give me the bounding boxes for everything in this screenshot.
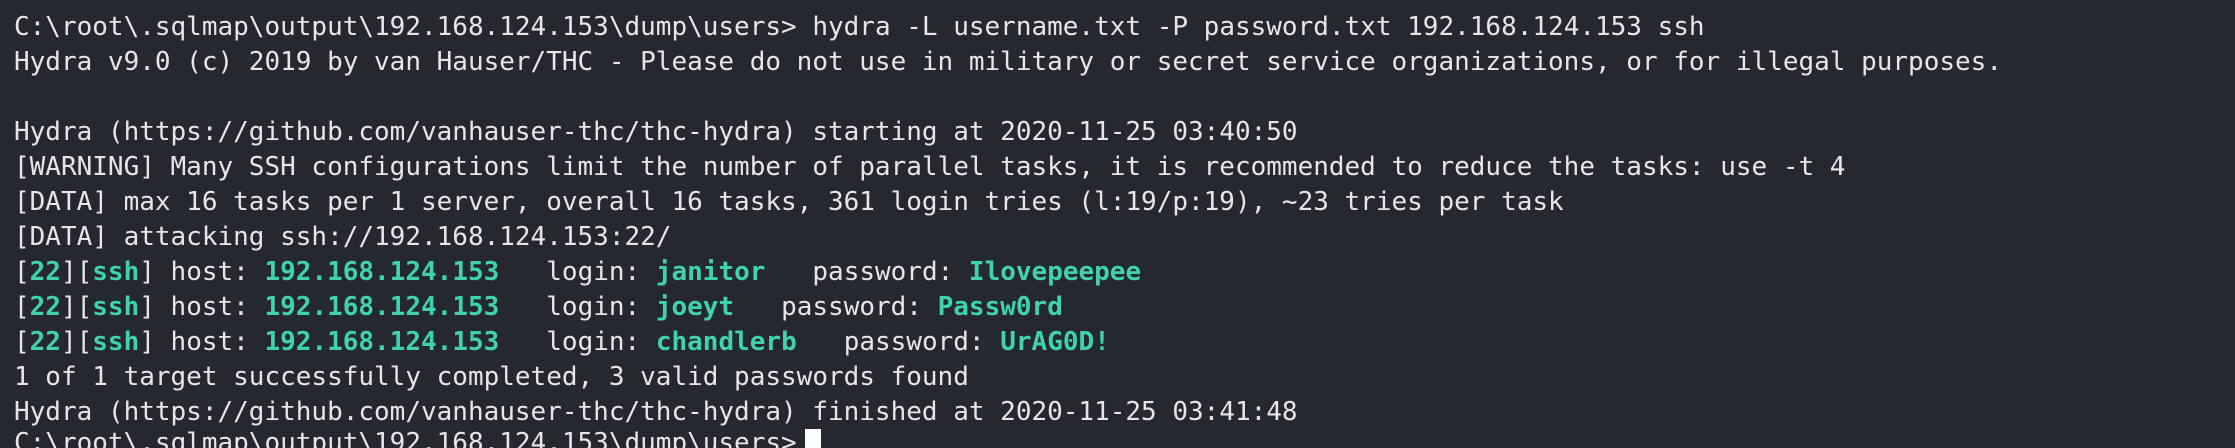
result-password: Ilovepeepee: [968, 257, 1142, 287]
finish-line: Hydra (https://github.com/vanhauser-thc/…: [14, 397, 1298, 427]
data-line-tasks: [DATA] max 16 tasks per 1 server, overal…: [14, 187, 1564, 217]
warning-line: [WARNING] Many SSH configurations limit …: [14, 152, 1846, 182]
result-password: Passw0rd: [937, 292, 1063, 322]
command-text: hydra -L username.txt -P password.txt 19…: [812, 12, 1705, 42]
data-line-attacking: [DATA] attacking ssh://192.168.124.153:2…: [14, 222, 672, 252]
result-line: [22][ssh] host: 192.168.124.153 login: j…: [14, 257, 1142, 287]
result-port: 22: [29, 292, 61, 322]
result-line: [22][ssh] host: 192.168.124.153 login: c…: [14, 327, 1110, 357]
result-host: 192.168.124.153: [264, 292, 500, 322]
result-login: joeyt: [655, 292, 735, 322]
result-service: ssh: [92, 292, 140, 322]
start-line: Hydra (https://github.com/vanhauser-thc/…: [14, 117, 1298, 147]
text-cursor: [804, 428, 821, 448]
terminal-window[interactable]: C:\root\.sqlmap\output\192.168.124.153\d…: [0, 0, 2235, 448]
hydra-banner: Hydra v9.0 (c) 2019 by van Hauser/THC - …: [14, 47, 2002, 77]
result-login: janitor: [655, 257, 766, 287]
prompt-text: C:\root\.sqlmap\output\192.168.124.153\d…: [14, 428, 797, 448]
result-login: chandlerb: [655, 327, 797, 357]
result-port: 22: [29, 257, 61, 287]
result-host: 192.168.124.153: [264, 327, 500, 357]
result-port: 22: [29, 327, 61, 357]
result-password: UrAG0D!: [1000, 327, 1110, 357]
prompt-text: C:\root\.sqlmap\output\192.168.124.153\d…: [14, 12, 797, 42]
command-line: C:\root\.sqlmap\output\192.168.124.153\d…: [14, 10, 2235, 45]
result-line: [22][ssh] host: 192.168.124.153 login: j…: [14, 292, 1063, 322]
result-host: 192.168.124.153: [264, 257, 500, 287]
result-service: ssh: [92, 327, 140, 357]
result-service: ssh: [92, 257, 140, 287]
summary-line: 1 of 1 target successfully completed, 3 …: [14, 362, 969, 392]
